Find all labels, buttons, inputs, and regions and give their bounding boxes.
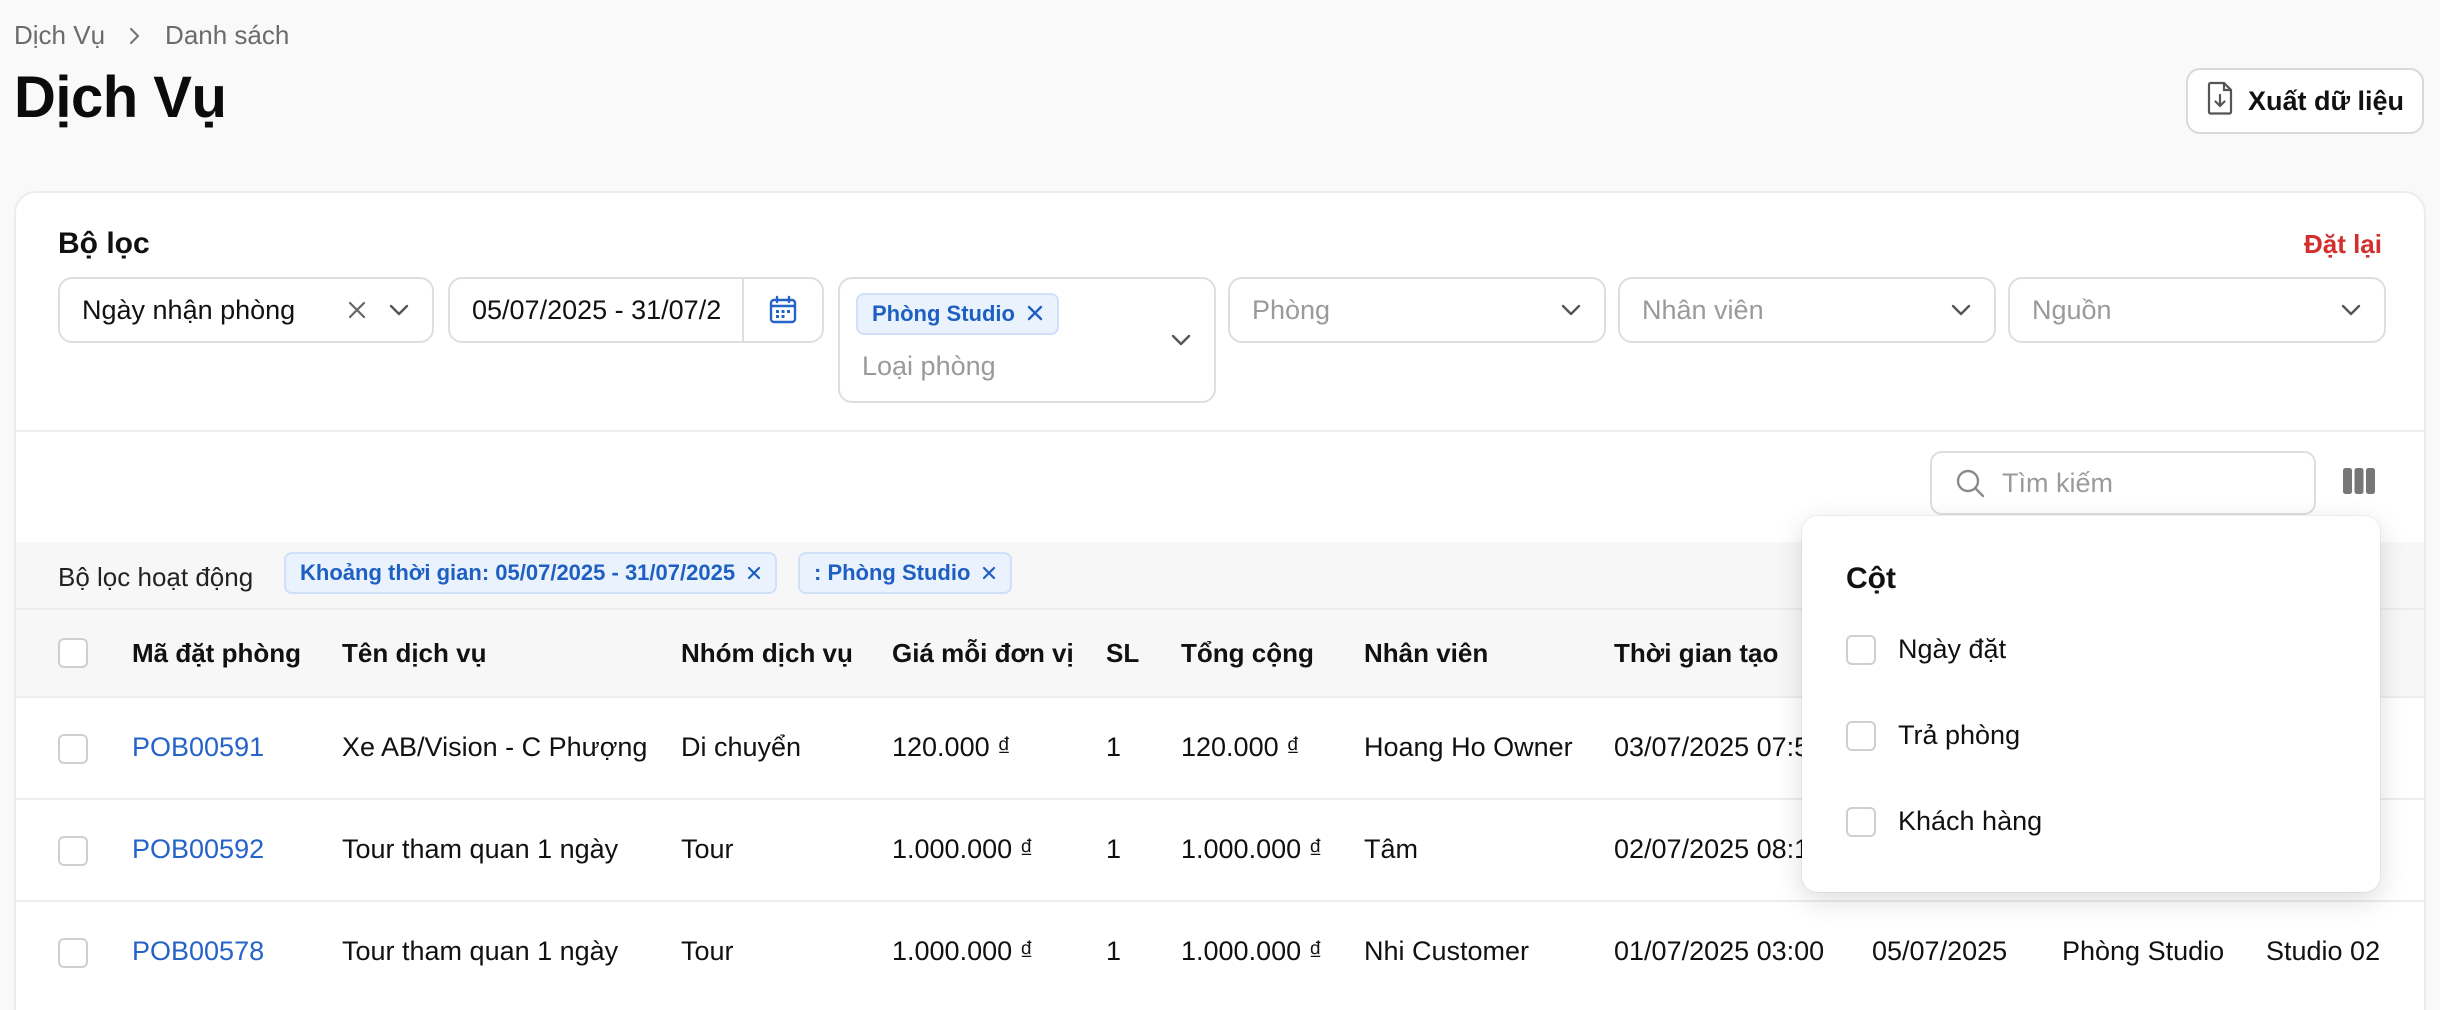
chevron-down-icon <box>388 303 410 317</box>
export-button[interactable]: Xuất dữ liệu <box>2186 68 2424 134</box>
reset-filter-button[interactable]: Đặt lại <box>2304 229 2382 260</box>
active-filter-chip: Khoảng thời gian: 05/07/2025 - 31/07/202… <box>284 552 778 594</box>
breadcrumb-current: Danh sách <box>165 20 290 50</box>
column-option-booking-date[interactable]: Ngày đặt <box>1846 634 2006 665</box>
row-checkbox[interactable] <box>58 938 88 968</box>
created-time: 01/07/2025 03:00 <box>1614 936 1825 966</box>
date-type-value: Ngày nhận phòng <box>82 294 296 325</box>
row-checkbox[interactable] <box>58 836 88 866</box>
booking-code-link[interactable]: POB00592 <box>132 834 264 865</box>
staff: Hoang Ho Owner <box>1364 732 1573 762</box>
search-placeholder: Tìm kiếm <box>2002 467 2113 498</box>
column-option-label: Khách hàng <box>1898 806 2043 836</box>
column-header[interactable]: Nhân viên <box>1364 638 1488 669</box>
active-filter-chip: : Phòng Studio <box>798 552 1013 594</box>
chevron-down-icon <box>1560 303 1582 317</box>
unit-price: 1.000.000 ₫ <box>892 936 1034 966</box>
active-filters-label: Bộ lọc hoạt động <box>58 562 254 592</box>
remove-chip-icon[interactable] <box>747 560 761 586</box>
quantity: 1 <box>1106 936 1122 966</box>
room-type-chip-label: Phòng Studio <box>872 301 1015 326</box>
column-header[interactable]: Mã đặt phòng <box>132 638 301 669</box>
column-header[interactable]: Tổng cộng <box>1181 638 1314 669</box>
search-icon <box>1954 467 1986 499</box>
unit-price: 120.000 ₫ <box>892 732 1011 762</box>
column-header[interactable]: Nhóm dịch vụ <box>681 638 853 669</box>
remove-chip-icon[interactable] <box>1027 301 1043 327</box>
row-checkbox[interactable] <box>58 734 88 764</box>
room-type-placeholder: Loại phòng <box>862 351 996 381</box>
column-option-label: Ngày đặt <box>1898 634 2007 664</box>
columns-menu: Cột Ngày đặt Trả phòng Khách hàng <box>1802 516 2380 892</box>
column-checkbox[interactable] <box>1846 634 1876 665</box>
room: Studio 02 <box>2266 936 2381 966</box>
staff: Nhi Customer <box>1364 936 1530 966</box>
created-time: 03/07/2025 07:5 <box>1614 732 1810 762</box>
column-option-label: Trả phòng <box>1898 720 2021 750</box>
room-select[interactable]: Phòng <box>1228 277 1606 343</box>
file-download-icon <box>2206 81 2234 122</box>
room-type-chip: Phòng Studio <box>856 293 1059 335</box>
date-type-select[interactable]: Ngày nhận phòng <box>58 277 434 343</box>
divider <box>16 430 2424 432</box>
column-checkbox[interactable] <box>1846 806 1876 837</box>
chevron-right-icon <box>127 26 143 46</box>
calendar-icon[interactable] <box>742 279 822 341</box>
chevron-down-icon <box>1950 303 1972 317</box>
date-range-input[interactable]: 05/07/2025 - 31/07/2 <box>448 277 824 343</box>
table-row[interactable]: POB00578 Tour tham quan 1 ngày Tour 1.00… <box>16 900 2424 1002</box>
staff-select[interactable]: Nhân viên <box>1618 277 1996 343</box>
service-name: Tour tham quan 1 ngày <box>342 936 619 966</box>
service-group: Tour <box>681 936 734 966</box>
service-group: Di chuyển <box>681 732 802 762</box>
service-group: Tour <box>681 834 734 864</box>
staff-placeholder: Nhân viên <box>1642 294 1764 325</box>
active-filter-chip-label: : Phòng Studio <box>814 560 971 585</box>
chevron-down-icon <box>2340 303 2362 317</box>
columns-menu-title: Cột <box>1846 562 1896 595</box>
select-all-checkbox[interactable] <box>58 638 88 668</box>
quantity: 1 <box>1106 732 1122 762</box>
column-checkbox[interactable] <box>1846 720 1876 751</box>
column-header[interactable]: Tên dịch vụ <box>342 638 486 669</box>
room-type: Phòng Studio <box>2062 936 2225 966</box>
booking-code-link[interactable]: POB00591 <box>132 732 264 763</box>
active-filter-chip-label: Khoảng thời gian: 05/07/2025 - 31/07/202… <box>300 560 736 585</box>
breadcrumb: Dịch Vụ Danh sách <box>14 20 289 51</box>
chevron-down-icon <box>1170 333 1192 347</box>
column-header[interactable]: SL <box>1106 638 1139 669</box>
clear-icon[interactable] <box>346 299 368 321</box>
total: 120.000 ₫ <box>1181 732 1300 762</box>
search-input[interactable]: Tìm kiếm <box>1930 451 2316 515</box>
column-header[interactable]: Thời gian tạo <box>1614 638 1778 669</box>
column-header[interactable]: Giá mỗi đơn vị <box>892 638 1074 669</box>
source-select[interactable]: Nguồn <box>2008 277 2386 343</box>
date-range-value: 05/07/2025 - 31/07/2 <box>472 294 722 325</box>
service-name: Xe AB/Vision - C Phượng <box>342 732 648 762</box>
column-option-checkout[interactable]: Trả phòng <box>1846 720 2020 751</box>
page-title: Dịch Vụ <box>14 65 227 130</box>
room-type-select[interactable]: Phòng Studio Loại phòng <box>838 277 1216 403</box>
remove-chip-icon[interactable] <box>982 560 996 586</box>
created-time: 02/07/2025 08:1 <box>1614 834 1810 864</box>
room-placeholder: Phòng <box>1252 294 1331 325</box>
total: 1.000.000 ₫ <box>1181 834 1323 864</box>
unit-price: 1.000.000 ₫ <box>892 834 1034 864</box>
total: 1.000.000 ₫ <box>1181 936 1323 966</box>
filter-title: Bộ lọc <box>58 227 150 260</box>
staff: Tâm <box>1364 834 1418 864</box>
columns-toggle-icon[interactable] <box>2342 467 2376 495</box>
booking-code-link[interactable]: POB00578 <box>132 936 264 967</box>
breadcrumb-root[interactable]: Dịch Vụ <box>14 20 105 51</box>
source-placeholder: Nguồn <box>2032 294 2112 325</box>
export-label: Xuất dữ liệu <box>2247 85 2405 116</box>
checkin-date: 05/07/2025 <box>1872 936 2008 966</box>
service-name: Tour tham quan 1 ngày <box>342 834 619 864</box>
quantity: 1 <box>1106 834 1122 864</box>
column-option-customer[interactable]: Khách hàng <box>1846 806 2042 837</box>
